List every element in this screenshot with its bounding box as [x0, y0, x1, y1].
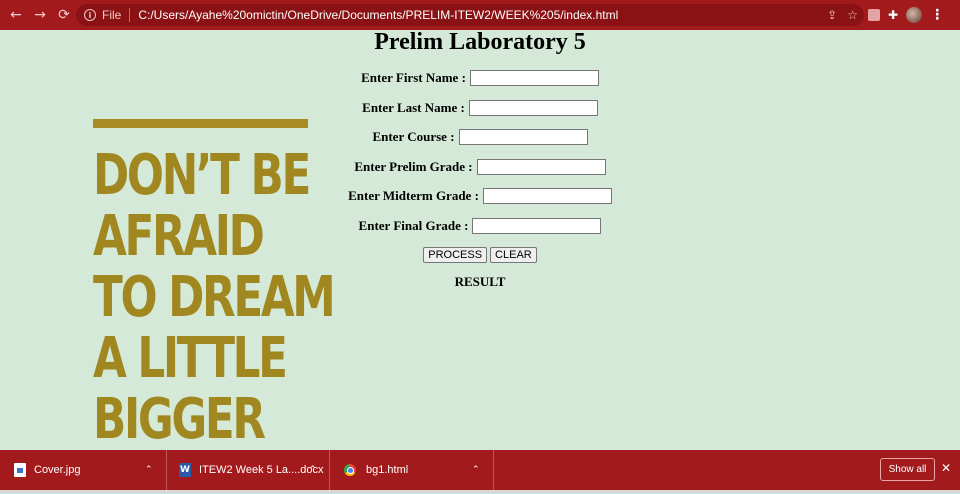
back-button[interactable]: ←	[4, 3, 28, 27]
form-buttons: PROCESS CLEAR	[0, 247, 960, 263]
midterm-grade-row: Enter Midterm Grade :	[0, 187, 960, 205]
browser-menu-icon[interactable]: ⋮	[930, 7, 944, 23]
browser-toolbar: ← → ⟳ i File C:/Users/Ayahe%20omictin/On…	[0, 0, 960, 30]
site-info-icon[interactable]: i	[84, 9, 96, 21]
poster-line: BIGGER	[93, 387, 266, 450]
chevron-up-icon[interactable]: ⌃	[145, 465, 153, 475]
download-item[interactable]: Cover.jpg ⌃	[0, 450, 167, 490]
profile-avatar[interactable]	[906, 7, 923, 23]
final-grade-input[interactable]	[472, 218, 602, 234]
word-doc-icon: W	[179, 463, 191, 477]
taskbar-strip	[0, 490, 960, 494]
chrome-html-icon	[344, 464, 356, 476]
bookmark-star-icon[interactable]: ☆	[847, 8, 858, 22]
page-title: Prelim Laboratory 5	[374, 30, 586, 55]
close-icon[interactable]: ✕	[941, 461, 951, 475]
address-bar-actions: ⇪ ☆	[827, 4, 858, 26]
address-divider	[129, 8, 131, 22]
address-bar[interactable]: i File C:/Users/Ayahe%20omictin/OneDrive…	[76, 4, 864, 26]
first-name-input[interactable]	[469, 70, 599, 86]
course-row: Enter Course :	[0, 128, 960, 146]
forward-button[interactable]: →	[28, 3, 52, 27]
final-grade-row: Enter Final Grade :	[0, 217, 960, 235]
chevron-up-icon[interactable]: ⌃	[309, 465, 317, 475]
download-shelf: Cover.jpg ⌃ W ITEW2 Week 5 La....docx ⌃ …	[0, 450, 960, 490]
extensions-puzzle-icon[interactable]: ✚	[888, 8, 898, 22]
last-name-row: Enter Last Name :	[0, 99, 960, 117]
prelim-grade-input[interactable]	[476, 159, 606, 175]
file-scheme-label: File	[102, 8, 122, 22]
midterm-grade-label: Enter Midterm Grade :	[348, 188, 479, 203]
clear-button[interactable]: CLEAR	[490, 247, 537, 263]
prelim-grade-label: Enter Prelim Grade :	[354, 159, 473, 174]
page-content: DON’T BE AFRAID TO DREAM A LITTLE BIGGER…	[0, 30, 960, 450]
url-text[interactable]: C:/Users/Ayahe%20omictin/OneDrive/Docume…	[138, 8, 618, 22]
midterm-grade-input[interactable]	[482, 188, 612, 204]
reload-button[interactable]: ⟳	[52, 3, 76, 27]
download-item[interactable]: W ITEW2 Week 5 La....docx ⌃	[167, 450, 330, 490]
last-name-label: Enter Last Name :	[362, 100, 465, 115]
download-item[interactable]: bg1.html ⌃	[330, 450, 494, 490]
result-label: RESULT	[454, 274, 506, 289]
process-button[interactable]: PROCESS	[423, 247, 488, 263]
poster-line: A LITTLE	[93, 326, 288, 391]
course-input[interactable]	[458, 129, 588, 145]
chevron-up-icon[interactable]: ⌃	[472, 465, 480, 475]
extension-icon[interactable]	[868, 9, 880, 21]
download-filename: bg1.html	[366, 464, 409, 476]
final-grade-label: Enter Final Grade :	[358, 218, 469, 233]
toolbar-right: ✚ ⋮	[868, 0, 944, 30]
download-filename: ITEW2 Week 5 La....docx	[199, 464, 324, 476]
first-name-label: Enter First Name :	[361, 70, 466, 85]
image-file-icon	[14, 463, 26, 477]
download-filename: Cover.jpg	[34, 464, 81, 476]
last-name-input[interactable]	[468, 100, 598, 116]
first-name-row: Enter First Name :	[0, 69, 960, 87]
show-all-button[interactable]: Show all	[880, 458, 935, 481]
prelim-grade-row: Enter Prelim Grade :	[0, 158, 960, 176]
course-label: Enter Course :	[372, 129, 455, 144]
poster-top-bar	[93, 119, 308, 128]
share-icon[interactable]: ⇪	[827, 8, 837, 22]
